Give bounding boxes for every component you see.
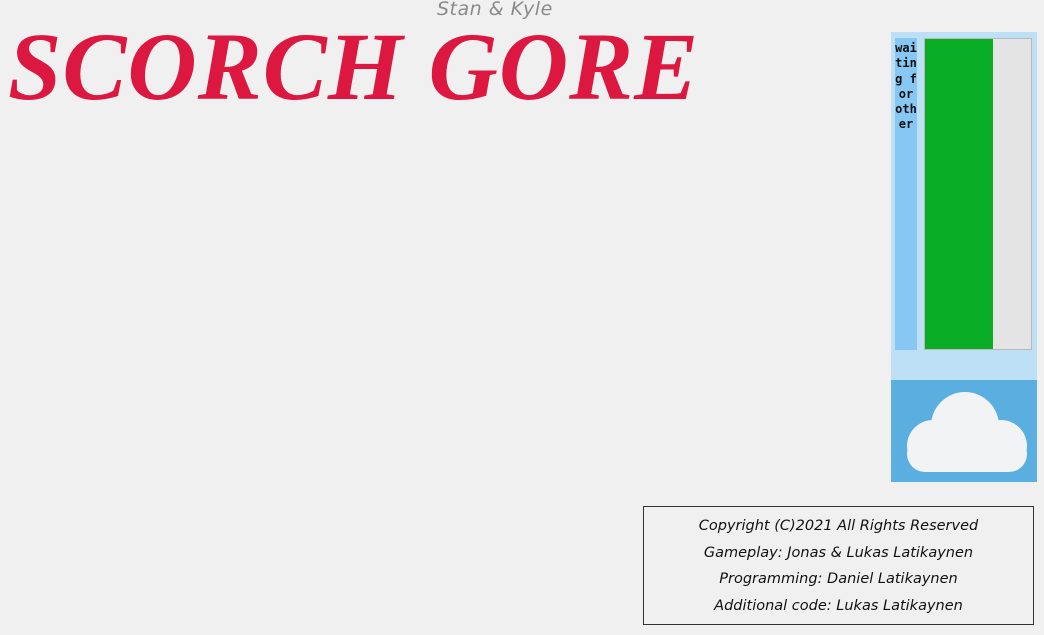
credit-line-copyright: Copyright (C)2021 All Rights Reserved [698, 518, 979, 534]
status-panel: waiting for other [891, 32, 1037, 482]
credit-line-programming: Programming: Daniel Latikaynen [719, 571, 958, 587]
credits-box: Copyright (C)2021 All Rights Reserved Ga… [643, 506, 1034, 625]
power-meter [924, 38, 1032, 350]
credit-line-gameplay: Gameplay: Jonas & Lukas Latikaynen [703, 544, 974, 561]
weather-indicator [891, 380, 1037, 482]
status-text: waiting for other [895, 41, 921, 132]
credit-line-additional-code: Additional code: Lukas Latikaynen [714, 597, 963, 614]
game-title: SCORCH GORE [8, 13, 700, 120]
status-strip: waiting for other [895, 38, 917, 350]
cloud-icon [907, 392, 1027, 472]
power-meter-fill [925, 39, 993, 349]
